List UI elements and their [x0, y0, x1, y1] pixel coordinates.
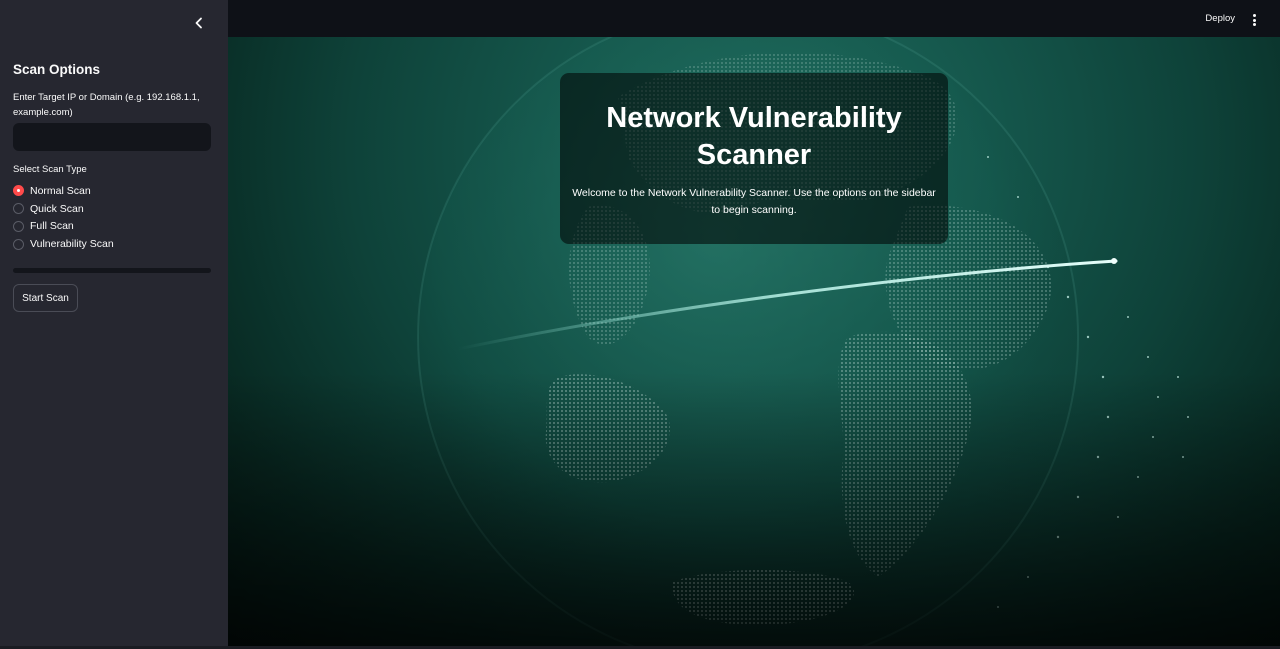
radio-button[interactable]	[13, 185, 24, 197]
target-input[interactable]	[13, 123, 211, 151]
radio-label: Normal Scan	[30, 184, 91, 197]
hero-card: Network Vulnerability Scanner Welcome to…	[560, 73, 948, 244]
radio-normal-scan[interactable]: Normal Scan	[13, 182, 114, 200]
sidebar-title: Scan Options	[13, 62, 101, 77]
scan-type-radio-group: Normal Scan Quick Scan Full Scan Vulnera…	[13, 182, 114, 253]
collapse-sidebar-button[interactable]	[190, 14, 208, 32]
sidebar: Scan Options Enter Target IP or Domain (…	[0, 0, 228, 649]
radio-button[interactable]	[13, 203, 24, 215]
more-vertical-icon[interactable]	[1248, 12, 1260, 28]
start-scan-button[interactable]: Start Scan	[13, 284, 78, 312]
radio-button[interactable]	[13, 238, 24, 250]
chevron-left-icon	[193, 17, 205, 29]
scan-progress-bar	[13, 268, 211, 273]
page-title: Network Vulnerability Scanner	[606, 102, 902, 171]
radio-label: Full Scan	[30, 220, 74, 233]
target-input-label: Enter Target IP or Domain (e.g. 192.168.…	[13, 92, 200, 118]
radio-label: Quick Scan	[30, 202, 84, 215]
main-content: Network Vulnerability Scanner Welcome to…	[228, 37, 1280, 646]
radio-vulnerability-scan[interactable]: Vulnerability Scan	[13, 235, 114, 253]
radio-quick-scan[interactable]: Quick Scan	[13, 200, 114, 218]
scan-type-label: Select Scan Type	[13, 164, 87, 175]
radio-button[interactable]	[13, 220, 24, 232]
radio-full-scan[interactable]: Full Scan	[13, 218, 114, 236]
top-header: Deploy	[228, 0, 1280, 37]
radio-label: Vulnerability Scan	[30, 238, 114, 251]
deploy-button[interactable]: Deploy	[1205, 13, 1235, 24]
page-subtitle: Welcome to the Network Vulnerability Sca…	[572, 187, 936, 216]
